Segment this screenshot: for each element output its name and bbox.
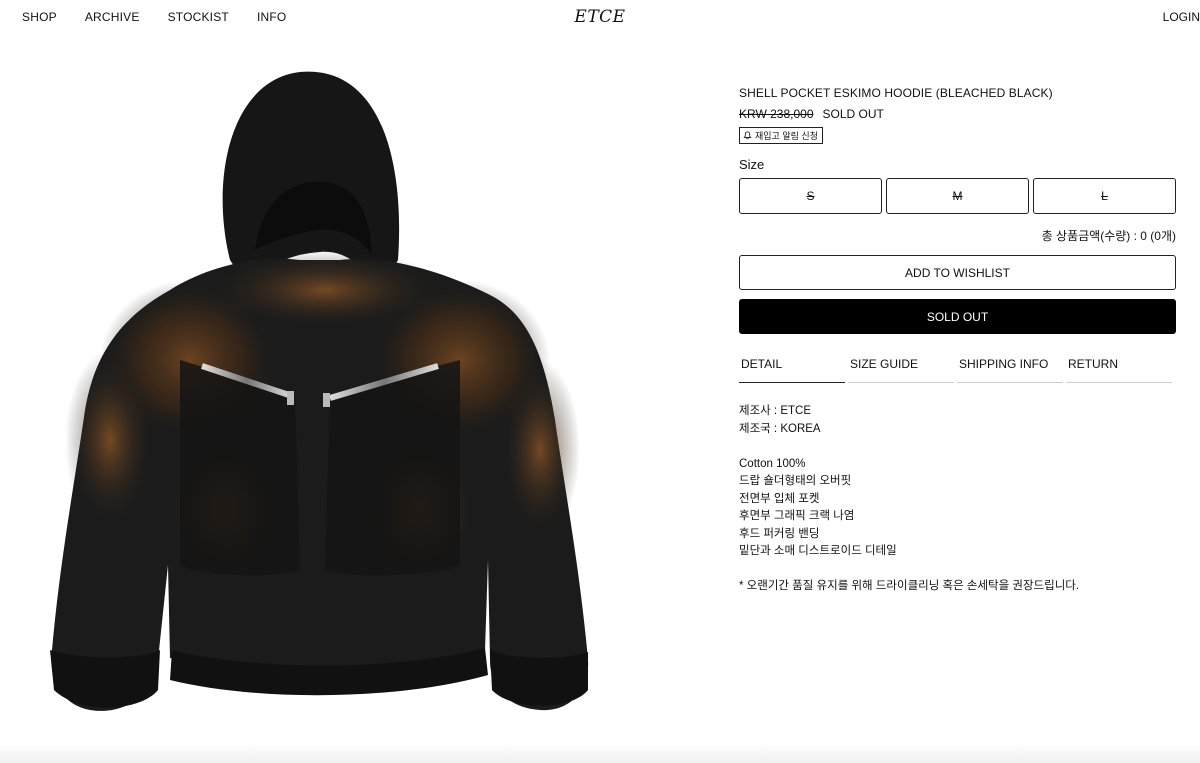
restock-alert-button[interactable]: 재입고 알림 신청 [739, 127, 823, 144]
tab-detail[interactable]: DETAIL [739, 357, 845, 383]
detail-line: 전면부 입체 포켓 [739, 492, 820, 505]
nav-archive[interactable]: ARCHIVE [85, 10, 140, 24]
care-note: * 오랜기간 품질 유지를 위해 드라이클리닝 혹은 손세탁을 권장드립니다. [739, 580, 1080, 592]
top-navigation: SHOP ARCHIVE STOCKIST INFO ETCE LOGIN [0, 0, 1200, 34]
product-title: SHELL POCKET ESKIMO HOODIE (BLEACHED BLA… [739, 86, 1053, 100]
tab-size-guide[interactable]: SIZE GUIDE [848, 357, 954, 383]
restock-alert-label: 재입고 알림 신청 [755, 131, 818, 141]
nav-shop[interactable]: SHOP [22, 10, 57, 24]
main-menu: SHOP ARCHIVE STOCKIST INFO [22, 10, 314, 24]
tab-shipping-info[interactable]: SHIPPING INFO [957, 357, 1063, 383]
detail-line: 후드 퍼커링 밴딩 [739, 527, 820, 540]
size-option-m[interactable]: M [886, 178, 1029, 214]
nav-info[interactable]: INFO [257, 10, 286, 24]
detail-maker: 제조사 : ETCE [739, 405, 811, 417]
size-label: Size [739, 157, 765, 172]
price-row: KRW 238,000 SOLD OUT [739, 107, 1176, 121]
product-price: KRW 238,000 [739, 107, 814, 121]
detail-line: Cotton 100% [739, 457, 806, 470]
login-link[interactable]: LOGIN [1163, 10, 1200, 24]
product-info: SHELL POCKET ESKIMO HOODIE (BLEACHED BLA… [739, 86, 1176, 596]
bell-icon [743, 131, 752, 140]
detail-line: 후면부 그래픽 크랙 나염 [739, 510, 855, 522]
detail-line: 밑단과 소매 디스트로이드 디테일 [739, 545, 897, 557]
product-tabs: DETAIL SIZE GUIDE SHIPPING INFO RETURN [739, 357, 1176, 383]
size-option-l[interactable]: L [1033, 178, 1176, 214]
total-price: 총 상품금액(수량) : 0 (0개) [1041, 229, 1176, 243]
detail-line: 드랍 숄더형태의 오버핏 [739, 475, 852, 487]
detail-content: 제조사 : ETCE 제조국 : KOREA Cotton 100% 드랍 숄더… [739, 403, 1176, 596]
size-option-s[interactable]: S [739, 178, 882, 214]
detail-country: 제조국 : KOREA [739, 422, 821, 435]
size-option-label: S [806, 189, 815, 203]
size-option-label: M [952, 189, 963, 203]
add-to-wishlist-button[interactable]: ADD TO WISHLIST [739, 255, 1176, 290]
bottom-divider [0, 743, 1200, 763]
tab-return[interactable]: RETURN [1066, 357, 1172, 383]
brand-logo[interactable]: ETCE [574, 7, 625, 27]
status-badge: SOLD OUT [822, 107, 884, 121]
size-options: S M L [739, 178, 1176, 214]
size-option-label: L [1101, 189, 1108, 203]
nav-stockist[interactable]: STOCKIST [168, 10, 229, 24]
product-image [50, 71, 589, 711]
sold-out-button[interactable]: SOLD OUT [739, 299, 1176, 334]
